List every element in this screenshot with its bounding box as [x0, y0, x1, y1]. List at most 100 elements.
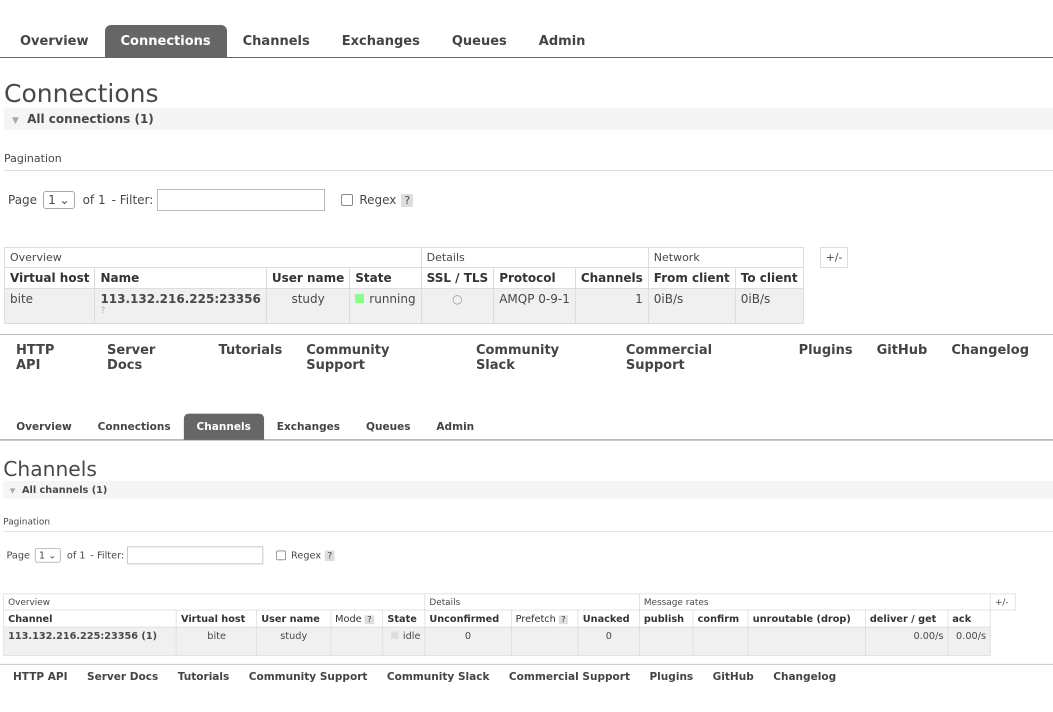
cell-publish: [638, 626, 694, 656]
filter-input[interactable]: [157, 189, 326, 211]
cell-to-client: 0iB/s: [734, 288, 804, 324]
tab-connections[interactable]: Connections: [104, 25, 227, 57]
footer-changelog[interactable]: Changelog: [773, 671, 836, 683]
filter-label: - Filter:: [111, 193, 154, 207]
filter-input[interactable]: [127, 546, 264, 565]
page-select[interactable]: 1 ⌄: [43, 191, 75, 209]
col-channels[interactable]: Channels: [574, 267, 649, 289]
footer-plugins[interactable]: Plugins: [649, 671, 693, 683]
tab-admin[interactable]: Admin: [523, 25, 602, 57]
col-user-name[interactable]: User name: [265, 267, 351, 289]
help-icon[interactable]: ?: [558, 615, 569, 625]
tab-overview[interactable]: Overview: [4, 25, 105, 57]
tab-channels[interactable]: Channels: [183, 413, 264, 440]
footer-commercial-support[interactable]: Commercial Support: [509, 671, 630, 683]
col-unconfirmed[interactable]: Unconfirmed: [424, 609, 512, 628]
chevron-down-icon: ⌄: [48, 549, 57, 562]
col-protocol[interactable]: Protocol: [493, 267, 576, 289]
group-header-message-rates: Message rates: [638, 593, 991, 611]
col-mode[interactable]: Mode ?: [330, 609, 384, 628]
footer-community-slack[interactable]: Community Slack: [387, 671, 490, 683]
tab-connections[interactable]: Connections: [85, 414, 184, 440]
col-unacked[interactable]: Unacked: [577, 609, 640, 628]
help-icon[interactable]: ?: [325, 550, 335, 561]
regex-label: Regex: [291, 549, 322, 562]
group-header-details: Details: [420, 247, 649, 268]
section-toggle[interactable]: ▼ All connections (1): [4, 108, 1053, 130]
table-row[interactable]: 113.132.216.225:23356 (1) bite study idl…: [3, 626, 1016, 656]
page-select[interactable]: 1 ⌄: [34, 548, 61, 563]
cell-user: study: [256, 626, 332, 656]
col-confirm[interactable]: confirm: [692, 609, 749, 628]
regex-checkbox[interactable]: [341, 194, 354, 206]
cell-mode: [330, 626, 384, 656]
col-to-client[interactable]: To client: [734, 267, 804, 289]
tab-exchanges[interactable]: Exchanges: [326, 25, 436, 57]
cell-vhost: bite: [176, 626, 258, 656]
connections-panel: Overview Connections Channels Exchanges …: [0, 0, 1053, 373]
section-title: All channels (1): [21, 484, 108, 496]
tab-admin[interactable]: Admin: [423, 414, 487, 440]
col-state[interactable]: State: [349, 267, 422, 289]
columns-toggle-button[interactable]: +/-: [990, 593, 1016, 611]
cell-ack: 0.00/s: [947, 626, 991, 656]
footer-community-support[interactable]: Community Support: [306, 343, 452, 373]
status-running-icon: [355, 294, 365, 303]
footer-github[interactable]: GitHub: [877, 343, 928, 373]
page-label: Page: [6, 549, 31, 562]
col-publish[interactable]: publish: [638, 609, 694, 628]
footer-commercial-support[interactable]: Commercial Support: [626, 343, 775, 373]
of-label: of 1: [66, 549, 86, 562]
col-channel[interactable]: Channel: [3, 609, 177, 628]
col-user-name[interactable]: User name: [256, 609, 332, 628]
connection-link[interactable]: 113.132.216.225:23356: [100, 292, 260, 306]
tab-queues[interactable]: Queues: [353, 414, 423, 440]
col-deliver-get[interactable]: deliver / get: [864, 609, 949, 628]
cell-deliver-get: 0.00/s: [864, 626, 949, 656]
footer-server-docs[interactable]: Server Docs: [87, 671, 158, 683]
section-toggle[interactable]: ▼ All channels (1): [3, 480, 1053, 499]
col-name[interactable]: Name: [94, 267, 267, 289]
footer-tutorials[interactable]: Tutorials: [178, 671, 230, 683]
footer-changelog[interactable]: Changelog: [951, 343, 1029, 373]
footer-http-api[interactable]: HTTP API: [13, 671, 68, 683]
footer-server-docs[interactable]: Server Docs: [107, 343, 195, 373]
footer-http-api[interactable]: HTTP API: [16, 343, 83, 373]
col-from-client[interactable]: From client: [647, 267, 736, 289]
col-virtual-host[interactable]: Virtual host: [176, 609, 258, 628]
cell-name[interactable]: 113.132.216.225:23356?: [94, 288, 267, 324]
col-ssl-tls[interactable]: SSL / TLS: [420, 267, 495, 289]
col-virtual-host[interactable]: Virtual host: [3, 267, 96, 289]
pagination-label: Pagination: [4, 152, 1053, 171]
footer-tutorials[interactable]: Tutorials: [219, 343, 283, 373]
help-icon[interactable]: ?: [401, 193, 414, 207]
col-state[interactable]: State: [382, 609, 426, 628]
table-row[interactable]: bite 113.132.216.225:23356? study runnin…: [3, 288, 848, 324]
footer-plugins[interactable]: Plugins: [799, 343, 853, 373]
cell-channel[interactable]: 113.132.216.225:23356 (1): [3, 626, 177, 656]
filter-label: - Filter:: [90, 549, 125, 562]
tab-queues[interactable]: Queues: [436, 25, 523, 57]
of-label: of 1: [82, 193, 106, 207]
col-unroutable[interactable]: unroutable (drop): [747, 609, 866, 628]
page-label: Page: [8, 193, 38, 207]
col-mode-label: Mode: [335, 612, 362, 625]
tab-overview[interactable]: Overview: [3, 414, 84, 440]
triangle-down-icon: ▼: [12, 116, 19, 126]
tab-channels[interactable]: Channels: [227, 25, 326, 57]
cell-confirm: [692, 626, 749, 656]
col-ack[interactable]: ack: [947, 609, 991, 628]
regex-checkbox[interactable]: [276, 550, 287, 561]
channels-table: Overview Details Message rates +/- Chann…: [3, 593, 1016, 656]
section-title: All connections (1): [27, 112, 154, 126]
tab-exchanges[interactable]: Exchanges: [264, 414, 353, 440]
help-icon[interactable]: ?: [364, 615, 374, 625]
footer-community-support[interactable]: Community Support: [249, 671, 368, 683]
footer-community-slack[interactable]: Community Slack: [476, 343, 602, 373]
footer-github[interactable]: GitHub: [713, 671, 754, 683]
page-select-value: 1: [38, 549, 46, 562]
cell-state: running: [349, 288, 422, 324]
col-prefetch[interactable]: Prefetch ?: [510, 609, 579, 628]
col-prefetch-label: Prefetch: [515, 612, 556, 625]
columns-toggle-button[interactable]: +/-: [819, 247, 849, 268]
